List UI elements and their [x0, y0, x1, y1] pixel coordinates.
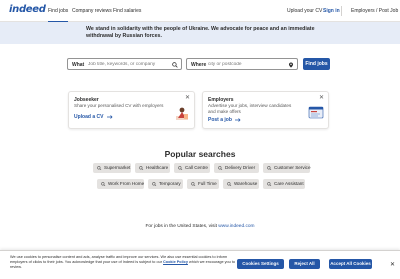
site-header: indeed Find jobs Company reviews Find sa…	[0, 0, 400, 22]
employer-illustration	[308, 106, 324, 119]
upload-cv-link-label: Upload a CV	[74, 114, 104, 120]
search-icon	[267, 165, 272, 171]
what-label: What	[72, 61, 85, 68]
jobseeker-card-description: Share your personalised CV with employer…	[74, 103, 164, 108]
find-jobs-button[interactable]: Find jobs	[303, 58, 330, 70]
nav-divider	[341, 6, 342, 16]
chip-label: Work From Home	[108, 181, 145, 186]
cookies-settings-button[interactable]: Cookies Settings	[237, 259, 284, 269]
search-icon	[267, 181, 272, 187]
popular-search-chip[interactable]: Temporary	[148, 179, 183, 189]
ukraine-banner: We stand in solidarity with the people o…	[0, 22, 400, 44]
popular-search-chip[interactable]: Supermarket	[93, 163, 131, 173]
jobseeker-illustration	[176, 107, 188, 120]
cookie-consent-bar: We use cookies to personalise content an…	[0, 250, 400, 279]
where-input[interactable]	[208, 60, 288, 69]
cookie-policy-link[interactable]: Cookie Policy	[163, 260, 188, 264]
popular-search-chip[interactable]: Care Assistant	[263, 179, 305, 189]
close-icon[interactable]: ✕	[185, 95, 190, 101]
nav-upload-cv[interactable]: Upload your CV	[287, 0, 322, 22]
post-job-link[interactable]: Post a job	[208, 117, 241, 123]
popular-search-chip[interactable]: Warehouse	[223, 179, 259, 189]
popular-searches-title: Popular searches	[164, 149, 236, 159]
upload-cv-link[interactable]: Upload a CV	[74, 114, 113, 120]
what-search-box[interactable]: What	[67, 58, 182, 70]
popular-search-chip[interactable]: Work From Home	[97, 179, 144, 189]
popular-search-chip[interactable]: Delivery Driver	[214, 163, 259, 173]
chip-label: Care Assistant	[274, 181, 304, 186]
search-icon	[191, 181, 196, 187]
arrow-right-icon	[235, 117, 241, 122]
where-search-box[interactable]: Where	[186, 58, 298, 70]
accept-all-cookies-button[interactable]: Accept All Cookies	[329, 259, 372, 269]
close-icon[interactable]: ✕	[319, 95, 324, 101]
search-icon	[178, 165, 183, 171]
chip-label: Temporary	[159, 181, 181, 186]
indeed-logo[interactable]: indeed	[9, 4, 46, 15]
chip-label: Warehouse	[234, 181, 258, 186]
search-icon	[97, 165, 102, 171]
nav-company-reviews[interactable]: Company reviews	[72, 0, 112, 22]
us-jobs-note: For jobs in the United States, visit www…	[0, 224, 400, 229]
nav-find-salaries[interactable]: Find salaries	[113, 0, 141, 22]
chip-label: Healthcare	[146, 165, 169, 170]
chip-label: Supermarket	[104, 165, 131, 170]
chip-label: Call Centre	[185, 165, 208, 170]
what-input[interactable]	[88, 60, 168, 69]
close-icon[interactable]: ✕	[390, 262, 395, 268]
location-pin-icon	[288, 61, 294, 68]
employer-card-description: Advertise your jobs, interview candidate…	[208, 103, 292, 114]
nav-sign-in[interactable]: Sign in	[323, 0, 340, 22]
popular-search-chip[interactable]: Call Centre	[174, 163, 210, 173]
search-icon	[172, 61, 178, 68]
banner-text: We stand in solidarity with the people o…	[86, 26, 315, 39]
cookie-text: We use cookies to personalise content an…	[10, 255, 235, 270]
where-label: Where	[191, 61, 207, 68]
search-icon	[218, 165, 223, 171]
chip-label: Delivery Driver	[225, 165, 256, 170]
nav-employers-post-job[interactable]: Employers / Post Job	[351, 0, 398, 22]
arrow-right-icon	[106, 114, 113, 119]
popular-search-chip[interactable]: Customer Service	[263, 163, 311, 173]
post-job-link-label: Post a job	[208, 117, 232, 123]
search-icon	[227, 181, 232, 187]
chip-label: Customer Service	[274, 165, 311, 170]
search-icon	[101, 181, 106, 187]
search-icon	[152, 181, 157, 187]
chip-label: Full Time	[198, 181, 217, 186]
popular-search-chip[interactable]: Full Time	[187, 179, 219, 189]
reject-all-button[interactable]: Reject All	[289, 259, 320, 269]
search-icon	[139, 165, 144, 171]
popular-search-chip[interactable]: Healthcare	[135, 163, 170, 173]
us-jobs-prefix: For jobs in the United States, visit	[145, 224, 219, 229]
jobseeker-card: Jobseeker Share your personalised CV wit…	[68, 91, 195, 129]
nav-find-jobs[interactable]: Find jobs	[48, 0, 69, 22]
indeed-com-link[interactable]: www.indeed.com	[218, 224, 254, 229]
employer-card: Employers Advertise your jobs, interview…	[202, 91, 329, 129]
